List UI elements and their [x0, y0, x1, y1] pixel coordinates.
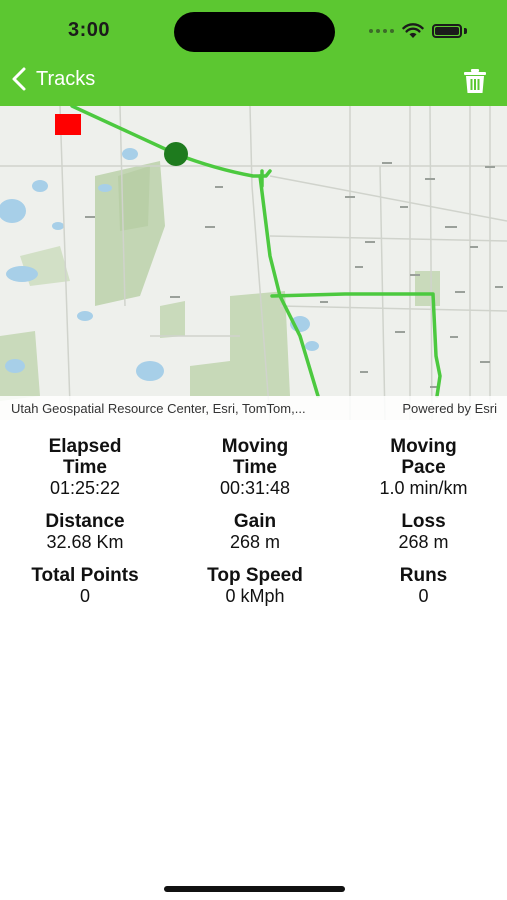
powered-by-esri[interactable]: Powered by Esri	[402, 401, 497, 416]
stat-value: 268 m	[398, 532, 449, 552]
stat-value: 00:31:48	[219, 478, 291, 498]
stat-title: Moving Pace	[390, 436, 457, 478]
battery-icon	[432, 24, 462, 38]
battery-tip	[464, 28, 467, 34]
chevron-left-icon	[12, 67, 26, 91]
stat-moving-time: Moving Time 00:31:48	[170, 436, 340, 499]
stat-distance: Distance 32.68 Km	[0, 511, 170, 553]
stat-value: 268 m	[229, 532, 281, 552]
stat-value: 0	[79, 586, 90, 606]
back-button[interactable]: Tracks	[10, 66, 95, 92]
wifi-icon	[402, 23, 424, 38]
stat-top-speed: Top Speed 0 kMph	[170, 565, 340, 607]
stat-value: 32.68 Km	[46, 532, 124, 552]
stat-gain: Gain 268 m	[170, 511, 340, 553]
stat-title: Runs	[399, 565, 448, 586]
track-stats: Elapsed Time 01:25:22 Moving Time 00:31:…	[0, 436, 507, 607]
map-attribution-bar: Utah Geospatial Resource Center, Esri, T…	[0, 396, 507, 420]
back-button-label: Tracks	[36, 67, 96, 90]
stat-title: Distance	[45, 511, 125, 532]
map-basemap	[0, 106, 507, 420]
stat-value: 0	[418, 586, 429, 606]
stat-value: 1.0 min/km	[379, 478, 468, 498]
track-map[interactable]: Utah Geospatial Resource Center, Esri, T…	[0, 106, 507, 420]
stat-total-points: Total Points 0	[0, 565, 170, 607]
stat-title: Elapsed Time	[48, 436, 122, 478]
trash-icon[interactable]	[463, 68, 487, 94]
stat-title: Loss	[401, 511, 446, 532]
home-indicator[interactable]	[164, 886, 345, 892]
stat-value: 0 kMph	[225, 586, 285, 606]
navigation-bar: 3:00 Tracks	[0, 0, 507, 106]
stat-title: Gain	[233, 511, 277, 532]
stat-title: Top Speed	[207, 565, 303, 586]
status-icons	[369, 22, 467, 40]
stat-title: Total Points	[31, 565, 139, 586]
screen: 3:00 Tracks Utah Geospatial Resource Cen…	[0, 0, 507, 900]
stat-runs: Runs 0	[340, 565, 507, 607]
status-time: 3:00	[68, 19, 111, 41]
dynamic-island	[174, 12, 335, 52]
stat-value: 01:25:22	[49, 478, 121, 498]
stat-title: Moving Time	[221, 436, 289, 478]
map-attribution: Utah Geospatial Resource Center, Esri, T…	[11, 400, 306, 416]
stat-moving-pace: Moving Pace 1.0 min/km	[340, 436, 507, 499]
stat-elapsed-time: Elapsed Time 01:25:22	[0, 436, 170, 499]
signal-icon	[369, 29, 394, 33]
stat-loss: Loss 268 m	[340, 511, 507, 553]
